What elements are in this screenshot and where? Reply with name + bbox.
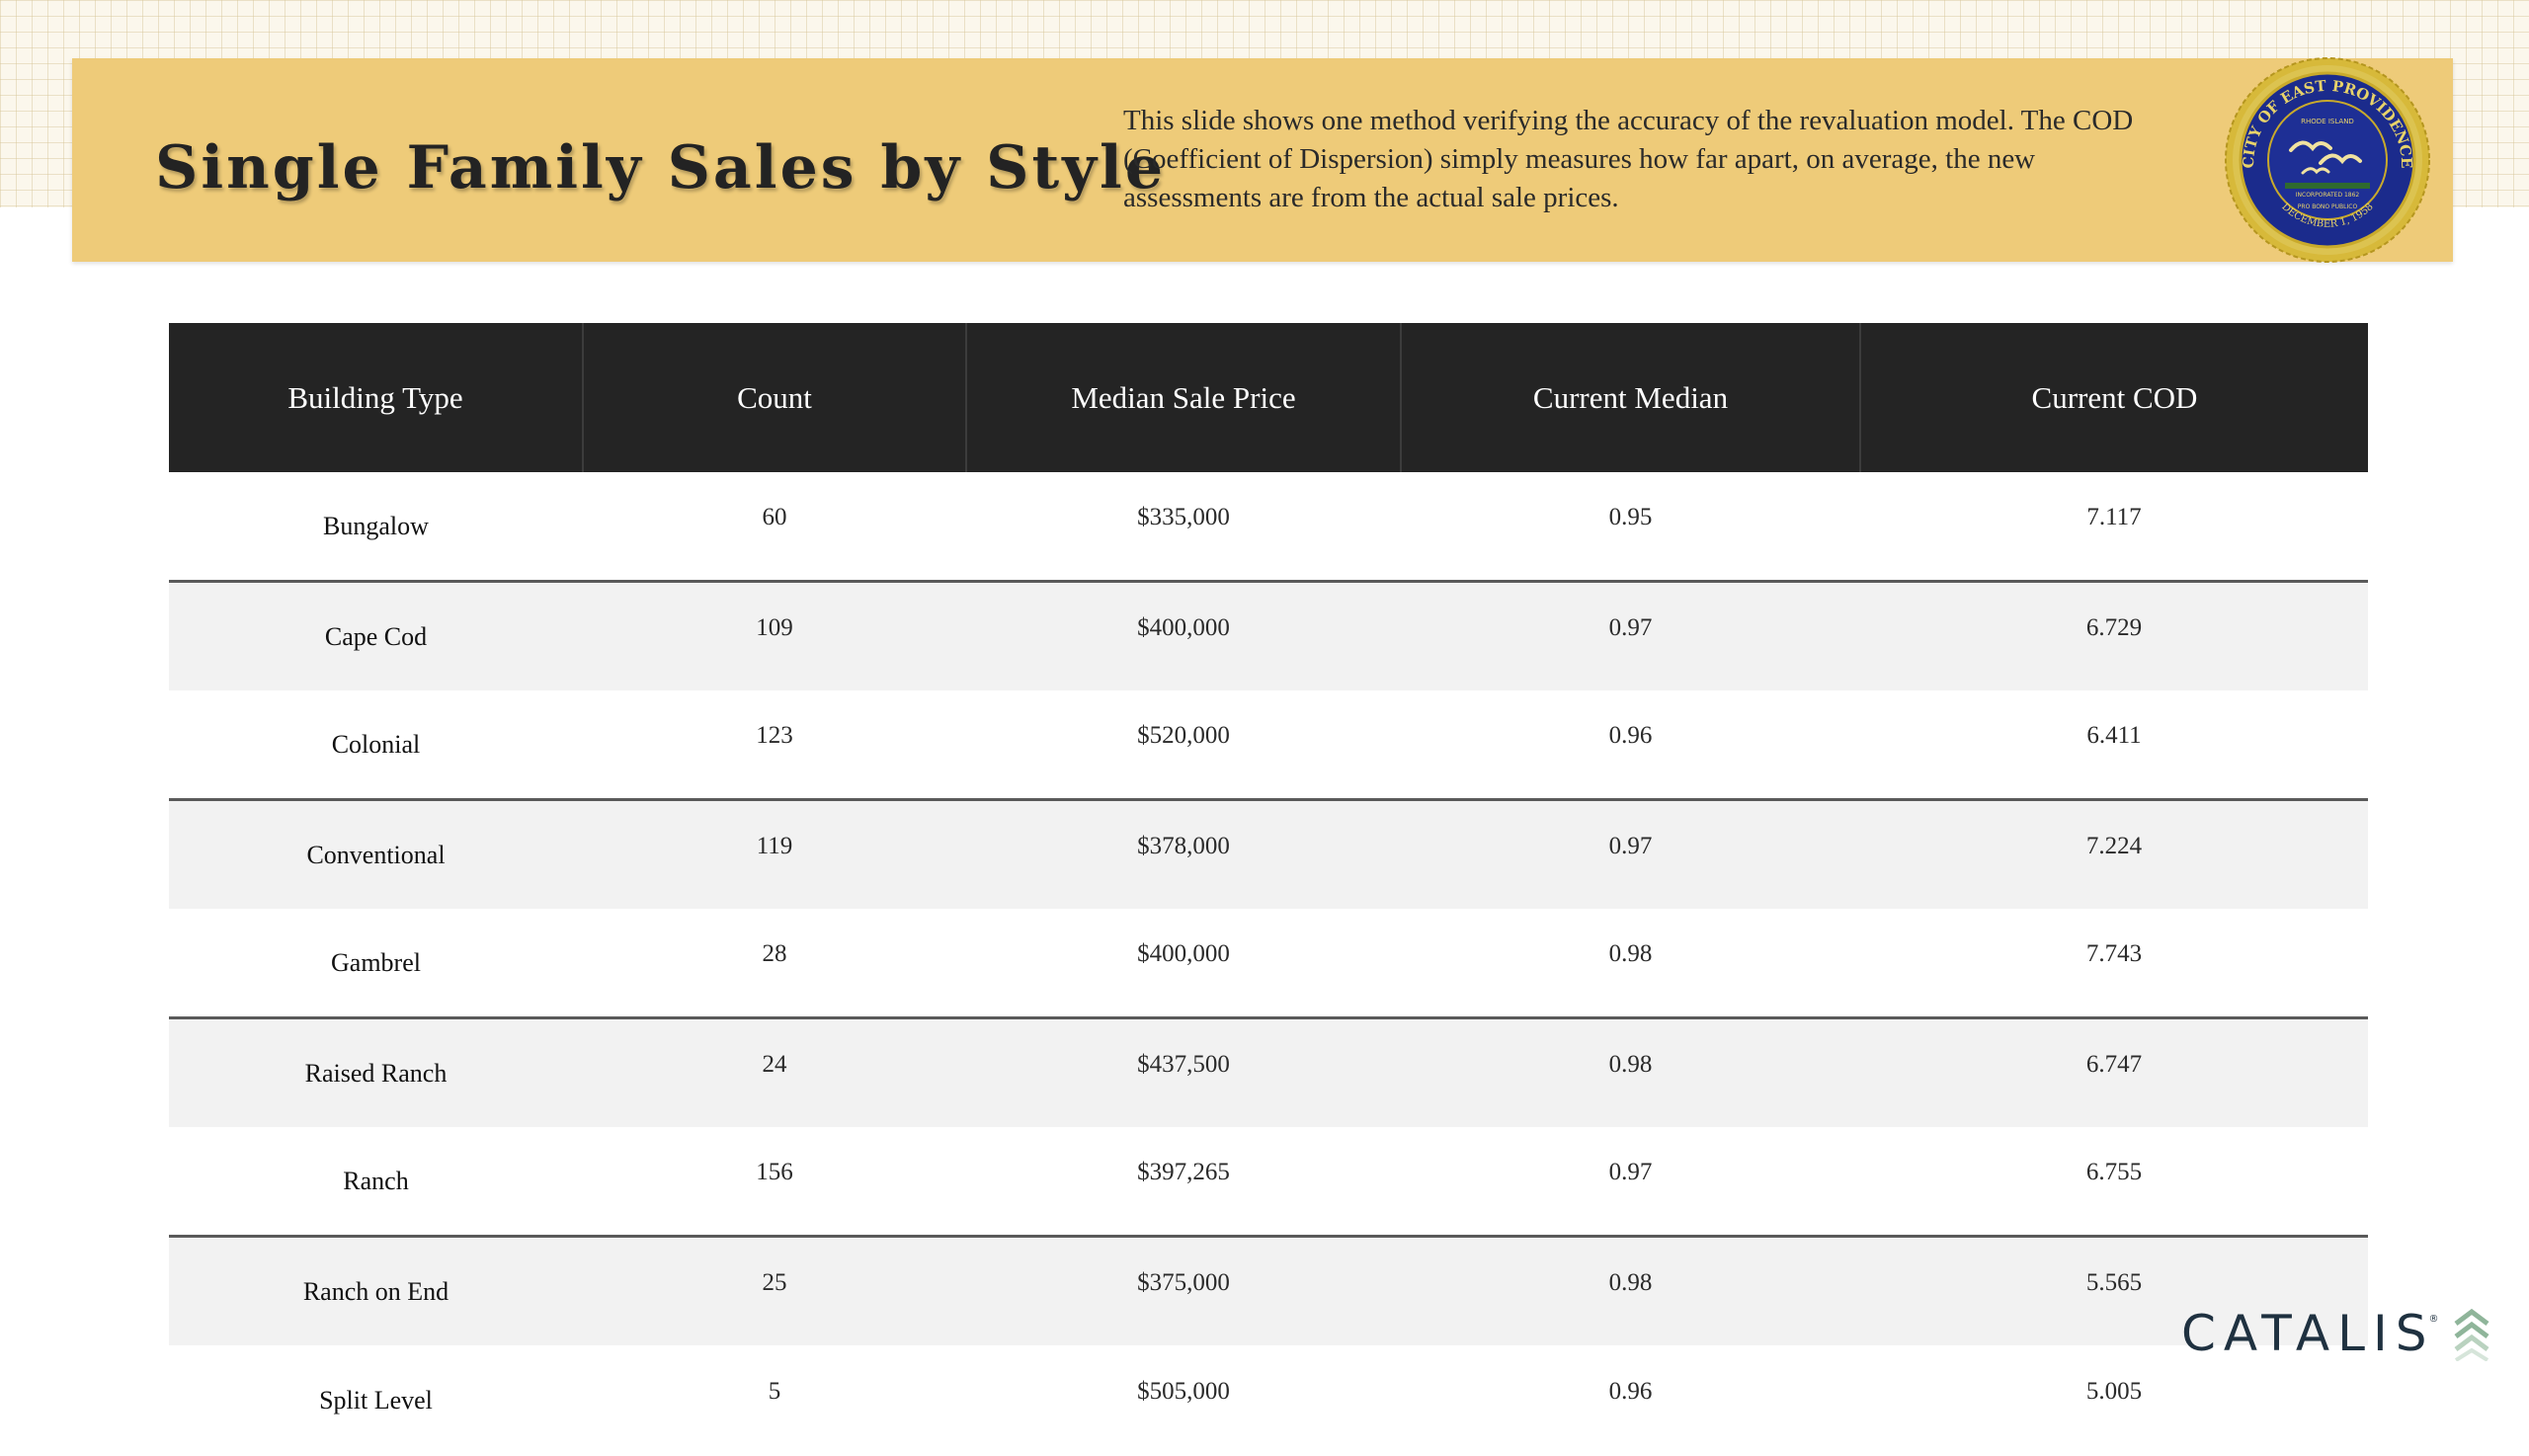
table-row: Bungalow 60 $335,000 0.95 7.117 — [169, 472, 2368, 582]
table-cell: 7.743 — [2085, 939, 2143, 967]
column-header: Building Type — [169, 323, 584, 472]
table-cell: 7.224 — [1860, 798, 2368, 909]
table-cell: 6.411 — [2086, 721, 2142, 749]
logo-text: CATALIS — [2181, 1305, 2435, 1362]
table-cell: Split Level — [319, 1386, 433, 1415]
table-cell: Colonial — [331, 729, 421, 759]
table-cell: 0.97 — [1608, 1158, 1653, 1185]
table-cell: 156 — [756, 1158, 793, 1185]
table-row: Cape Cod 109 $400,000 0.97 6.729 — [169, 580, 2368, 690]
table-cell: 28 — [762, 939, 787, 967]
page-title: Single Family Sales by Style — [155, 133, 1166, 202]
column-header: Count — [583, 323, 967, 472]
table-cell: Ranch on End — [169, 1235, 583, 1345]
table-cell: 6.747 — [1860, 1016, 2368, 1127]
table-cell: 5 — [768, 1378, 781, 1405]
table-cell: Conventional — [169, 798, 583, 909]
table-cell: $505,000 — [1137, 1378, 1230, 1405]
table-cell: 7.117 — [2086, 503, 2142, 530]
table-cell: 24 — [583, 1016, 966, 1127]
table-cell: 25 — [583, 1235, 966, 1345]
column-header: Median Sale Price — [966, 323, 1402, 472]
table-cell: 0.97 — [1401, 580, 1860, 690]
table-cell: Gambrel — [331, 947, 421, 977]
seal-state-text: RHODE ISLAND — [2301, 118, 2354, 125]
table-cell: 0.96 — [1608, 1378, 1653, 1405]
column-header: Current Median — [1401, 323, 1861, 472]
table-row: Gambrel 28 $400,000 0.98 7.743 — [169, 909, 2368, 1018]
seal-incorporated-text: INCORPORATED 1862 — [2296, 192, 2360, 199]
table-cell: 6.729 — [1860, 580, 2368, 690]
table-cell: 123 — [756, 721, 793, 749]
table-row: Ranch on End 25 $375,000 0.98 5.565 — [169, 1235, 2368, 1345]
slide-description: This slide shows one method verifying th… — [1123, 105, 2134, 213]
table-cell: Cape Cod — [169, 580, 583, 690]
table-cell: 60 — [762, 503, 787, 530]
table-header-row: Building Type Count Median Sale Price Cu… — [169, 323, 2368, 472]
sales-by-style-table: Building Type Count Median Sale Price Cu… — [169, 323, 2368, 1456]
table-cell: $378,000 — [966, 798, 1401, 909]
title-banner: Single Family Sales by Style This slide … — [72, 57, 2453, 263]
table-cell: $400,000 — [1137, 939, 1230, 967]
table-cell: $397,265 — [1137, 1158, 1230, 1185]
table-cell: 0.97 — [1401, 798, 1860, 909]
table-cell: $335,000 — [1137, 503, 1230, 530]
table-row: Split Level 5 $505,000 0.96 5.005 — [169, 1345, 2368, 1456]
table-cell: $437,500 — [966, 1016, 1401, 1127]
table-cell: $520,000 — [1137, 721, 1230, 749]
table-cell: 0.96 — [1608, 721, 1653, 749]
table-cell: 0.98 — [1401, 1235, 1860, 1345]
table-cell: 0.98 — [1608, 939, 1653, 967]
table-row: Raised Ranch 24 $437,500 0.98 6.747 — [169, 1016, 2368, 1127]
seal-motto-text: PRO BONO PUBLICO — [2298, 203, 2358, 210]
logo-registered-mark: ® — [2428, 1313, 2439, 1325]
column-header: Current COD — [1860, 323, 2368, 472]
table-cell: 0.95 — [1608, 503, 1653, 530]
table-cell: Bungalow — [323, 511, 429, 540]
table-row: Ranch 156 $397,265 0.97 6.755 — [169, 1127, 2368, 1237]
table-cell: $400,000 — [966, 580, 1401, 690]
table-cell: Raised Ranch — [169, 1016, 583, 1127]
table-cell: 0.98 — [1401, 1016, 1860, 1127]
catalis-logo: CATALIS ® — [2181, 1302, 2491, 1365]
table-row: Conventional 119 $378,000 0.97 7.224 — [169, 798, 2368, 909]
chevrons-up-icon — [2454, 1308, 2489, 1361]
table-cell: 119 — [583, 798, 966, 909]
city-seal-icon: CITY OF EAST PROVIDENCE DECEMBER 1, 1958… — [2225, 57, 2430, 263]
table-cell: Ranch — [343, 1166, 409, 1195]
table-cell: 6.755 — [2085, 1158, 2143, 1185]
table-cell: $375,000 — [966, 1235, 1401, 1345]
table-row: Colonial 123 $520,000 0.96 6.411 — [169, 690, 2368, 800]
table-cell: 109 — [583, 580, 966, 690]
